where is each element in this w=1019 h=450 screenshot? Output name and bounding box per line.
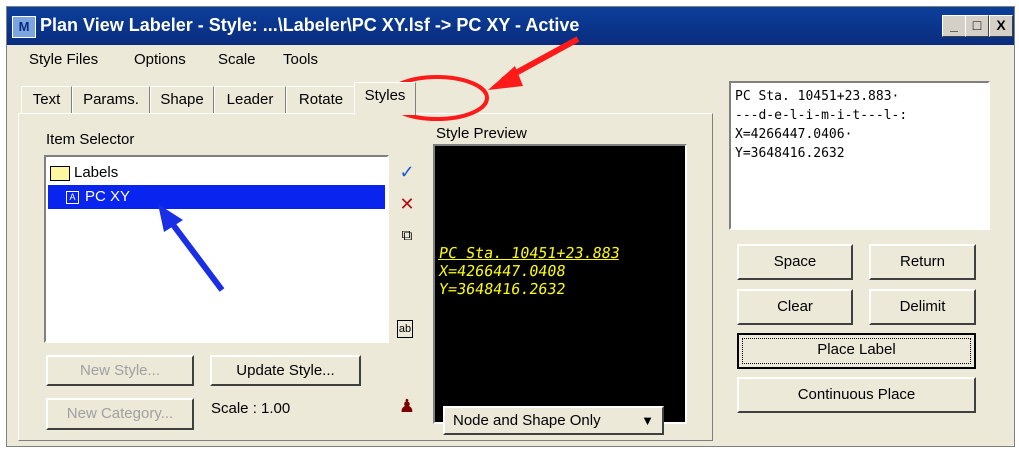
tab-styles[interactable]: Styles <box>354 82 416 115</box>
blue-arrow-head <box>158 204 183 232</box>
annotation-overlay <box>158 36 580 292</box>
blue-arrow-shaft <box>165 216 225 292</box>
